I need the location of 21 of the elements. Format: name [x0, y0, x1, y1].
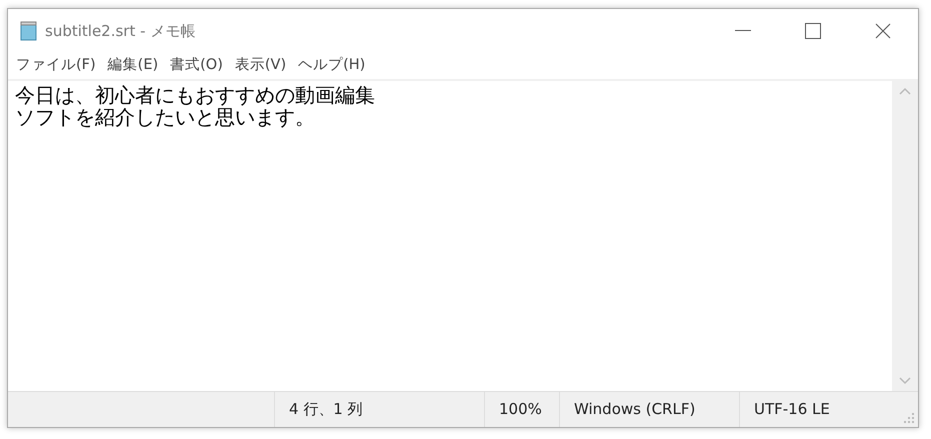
scroll-up-icon: [899, 87, 911, 95]
window-title: subtitle2.srt - メモ帳: [45, 20, 196, 42]
zoom-level: 100%: [499, 399, 542, 420]
text-line: 今日は、初心者にもおすすめの動画編集: [15, 84, 376, 106]
scrollbar[interactable]: [892, 81, 918, 391]
close-icon: [875, 23, 891, 39]
resize-grip-icon: [904, 413, 914, 423]
cursor-position: 4 行、1 列: [289, 399, 363, 420]
text-area[interactable]: 今日は、初心者にもおすすめの動画編集 ソフトを紹介したいと思います。: [8, 81, 892, 391]
minimize-icon: [735, 30, 751, 32]
encoding: UTF-16 LE: [754, 399, 830, 420]
line-ending: Windows (CRLF): [574, 399, 696, 420]
notepad-icon: [19, 21, 39, 41]
text-line: ソフトを紹介したいと思います。: [15, 106, 316, 128]
maximize-icon: [805, 23, 821, 39]
menu-item[interactable]: 表示(V): [230, 55, 290, 77]
menu-item[interactable]: ファイル(F): [12, 55, 100, 77]
menu-item[interactable]: ヘルプ(H): [294, 55, 370, 77]
menu-item[interactable]: 書式(O): [166, 55, 227, 77]
scroll-down-icon: [899, 377, 911, 385]
menu-item[interactable]: 編集(E): [104, 55, 162, 77]
